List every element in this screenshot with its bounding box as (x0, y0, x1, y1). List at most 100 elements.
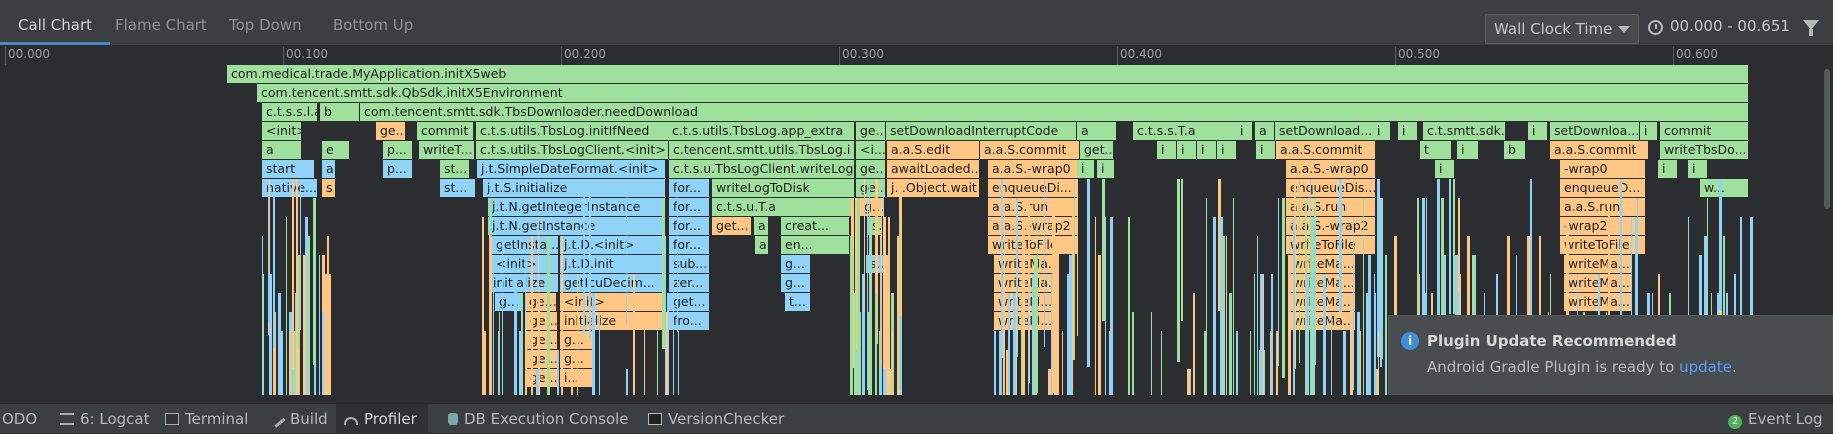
call-frame[interactable]: j.t.SimpleDateFormat.<init> (477, 160, 666, 178)
call-frame[interactable]: t... (785, 293, 811, 311)
call-frame[interactable]: en... (781, 236, 850, 254)
call-frame[interactable]: j.t.D.<init> (560, 236, 666, 254)
call-frame[interactable]: a.a.S.edit (887, 141, 980, 159)
profiler-tool-button[interactable]: Profiler (336, 404, 428, 433)
call-frame[interactable]: i (1658, 160, 1678, 178)
call-frame[interactable]: writeT... (419, 141, 475, 159)
call-frame[interactable]: i (1097, 160, 1115, 178)
call-frame[interactable]: a (262, 141, 302, 159)
call-frame[interactable]: j.t.S.initialize (483, 179, 666, 197)
call-frame[interactable]: for... (669, 217, 710, 235)
call-frame[interactable]: start (262, 160, 315, 178)
call-frame[interactable]: i (1435, 160, 1455, 178)
call-frame[interactable]: fro... (669, 312, 710, 330)
call-frame[interactable]: c.t.s.utils.TbsLogClient.<init> (476, 141, 669, 159)
call-frame[interactable]: g... (781, 274, 811, 292)
call-frame[interactable]: c.t.s.utils.TbsLog.initIfNeed (476, 122, 675, 140)
call-frame[interactable]: get... (1080, 141, 1114, 159)
filter-icon[interactable] (1803, 20, 1819, 36)
call-frame[interactable]: com.medical.trade.MyApplication.initX5we… (227, 65, 1749, 83)
call-frame[interactable]: com.tencent.smtt.sdk.QbSdk.initX5Environ… (257, 84, 1749, 102)
call-frame[interactable]: e (322, 141, 350, 159)
call-frame[interactable]: b (1504, 141, 1526, 159)
call-frame[interactable]: getIcuDecim... (560, 274, 666, 292)
call-frame[interactable]: ge... (856, 122, 886, 140)
call-frame[interactable]: for... (669, 236, 710, 254)
call-frame[interactable]: get... (712, 217, 752, 235)
call-frame[interactable]: st... (440, 160, 470, 178)
call-frame[interactable]: c.t.s.s.l.a (262, 103, 318, 121)
call-frame[interactable]: get... (669, 293, 710, 311)
call-frame[interactable]: a.a.S.commit (1276, 141, 1376, 159)
call-frame[interactable]: i (1197, 141, 1217, 159)
call-frame[interactable]: a.a.S.-wrap0 (1286, 160, 1376, 178)
tab-top-down[interactable]: Top Down (211, 0, 320, 45)
call-frame[interactable]: setDownload... (1275, 122, 1380, 140)
call-frame[interactable]: g... (495, 293, 522, 311)
call-frame[interactable]: j.t.N.getIntegerInstance (488, 198, 666, 216)
call-frame[interactable]: t (1420, 141, 1452, 159)
call-frame[interactable]: -wrap2 (1560, 217, 1646, 235)
call-frame[interactable]: c.tencent.smtt.utils.TbsLog.i (669, 141, 855, 159)
call-frame[interactable]: <i... (856, 141, 886, 159)
call-frame[interactable]: a.a.S.-wrap0 (988, 160, 1078, 178)
call-frame[interactable]: writeLogToDisk (712, 179, 855, 197)
call-frame[interactable]: ge... (856, 160, 886, 178)
call-frame[interactable]: a (754, 217, 769, 235)
call-frame[interactable]: j.t.N.getInstance (488, 217, 666, 235)
call-frame[interactable]: i (1528, 122, 1548, 140)
call-frame[interactable]: j.t.D.init (560, 255, 666, 273)
call-frame[interactable]: a.a.S.run (1560, 198, 1646, 216)
call-frame[interactable]: i (1217, 141, 1237, 159)
call-frame[interactable]: writeToFile (1560, 236, 1646, 254)
db-console-tool-button[interactable]: DB Execution Console (440, 404, 637, 433)
notification-balloon[interactable]: i Plugin Update Recommended Android Grad… (1388, 315, 1833, 395)
call-frame[interactable]: writeTbsDo... (1660, 141, 1749, 159)
call-frame[interactable]: creat... (781, 217, 850, 235)
event-log-tool-button[interactable]: 2 Event Log (1720, 404, 1831, 433)
call-frame[interactable]: i (1688, 160, 1708, 178)
call-frame[interactable]: i (1640, 122, 1658, 140)
time-range-label[interactable]: 00.000 - 00.651 (1670, 17, 1790, 35)
call-frame[interactable]: zer... (669, 274, 710, 292)
call-frame[interactable]: i (1177, 141, 1197, 159)
tab-flame-chart[interactable]: Flame Chart (97, 0, 225, 45)
call-frame[interactable]: i (1157, 141, 1177, 159)
call-frame[interactable]: setDownloadInterruptCode (886, 122, 1077, 140)
call-frame[interactable]: -wrap0 (1560, 160, 1646, 178)
call-frame[interactable]: i (1077, 160, 1095, 178)
call-frame[interactable]: c.t.s.utils.TbsLog.app_extra (668, 122, 855, 140)
call-frame[interactable]: i (1398, 122, 1418, 140)
call-frame[interactable]: <init> (262, 122, 302, 140)
call-frame[interactable]: setDownloa... (1550, 122, 1640, 140)
call-frame[interactable]: ge... (376, 122, 406, 140)
call-frame[interactable]: a.a.S.commit (980, 141, 1080, 159)
call-frame[interactable]: g... (781, 255, 811, 273)
call-frame[interactable]: commit (1660, 122, 1749, 140)
call-frame[interactable]: commit (417, 122, 474, 140)
call-frame[interactable]: initialize (560, 312, 666, 330)
todo-tool-button[interactable]: ODO (0, 404, 45, 433)
call-frame[interactable]: c.t.smtt.sdk.l.m (1423, 122, 1506, 140)
clock-type-dropdown[interactable]: Wall Clock Time (1485, 14, 1639, 44)
call-frame[interactable]: a (755, 236, 769, 254)
logcat-tool-button[interactable]: 6: Logcat (52, 404, 157, 433)
tab-bottom-up[interactable]: Bottom Up (315, 0, 431, 45)
scrollbar-thumb[interactable] (1824, 69, 1830, 209)
call-frame[interactable]: c.t.s.u.T.a (712, 198, 855, 216)
call-frame[interactable]: i (1457, 141, 1479, 159)
call-frame[interactable]: enqueueD... (1560, 179, 1646, 197)
call-frame[interactable]: c.t.s.u.TbsLogClient.writeLog (669, 160, 855, 178)
call-frame[interactable]: for... (669, 179, 710, 197)
call-frame[interactable]: b (320, 103, 360, 121)
call-frame[interactable]: a (322, 160, 336, 178)
terminal-tool-button[interactable]: Terminal (157, 404, 256, 433)
call-frame[interactable]: c.t.s.s.T.a (1133, 122, 1240, 140)
versionchecker-tool-button[interactable]: VersionChecker (640, 404, 792, 433)
update-link[interactable]: update (1679, 358, 1732, 376)
call-frame[interactable]: <init> (560, 293, 666, 311)
call-frame[interactable]: a.a.S.commit (1550, 141, 1649, 159)
call-frame[interactable]: i (1236, 122, 1253, 140)
call-frame[interactable]: com.tencent.smtt.sdk.TbsDownloader.needD… (360, 103, 1749, 121)
call-frame[interactable]: for... (669, 198, 710, 216)
